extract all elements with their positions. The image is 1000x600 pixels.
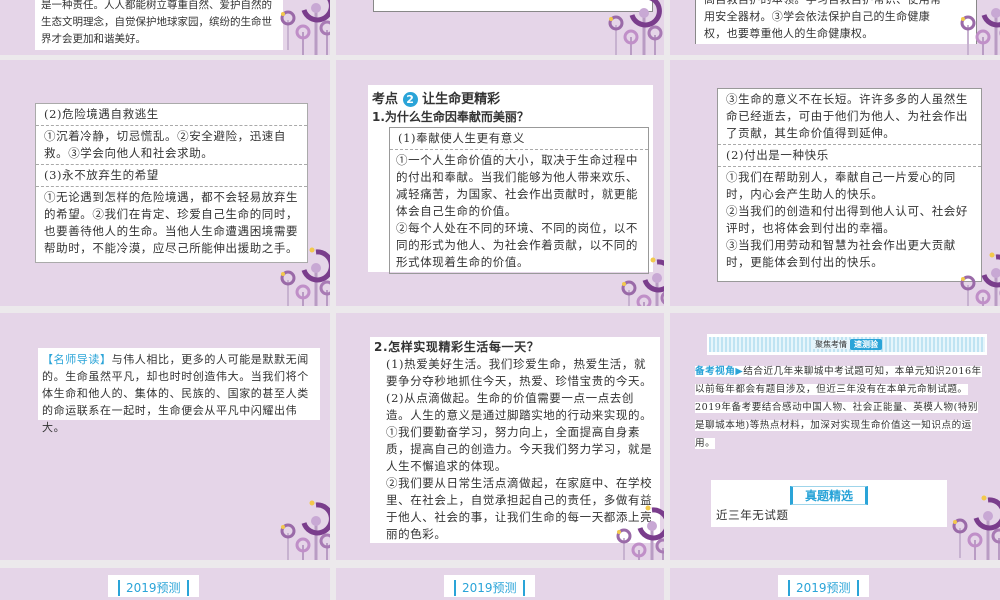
text-panel: 是一种责任。人人都能树立尊重自然、爱护自然的 生态文明理念，自觉保护地球家园，缤…: [35, 0, 283, 50]
prediction-label-text: 2019预测: [788, 580, 859, 596]
slide-tile[interactable]: 2019预测: [0, 568, 330, 600]
section-title: 考点 2 让生命更精彩: [372, 88, 649, 107]
slide-tile[interactable]: 2019预测: [670, 568, 1000, 600]
paragraph: ②当我们的创造和付出得到他人认可、社会好评时，也将体会到付出的幸福。: [726, 204, 968, 235]
row-heading: (2)危险境遇自救逃生: [36, 104, 307, 126]
paragraph: ③当我们用劳动和智慧为社会作出更大贡献时，更能体会到付出的快乐。: [726, 238, 956, 269]
row-content: ①一个人生命价值的大小，取决于生命过程中的付出和奉献。当我们能够为他人带来欢乐、…: [390, 150, 648, 273]
prediction-label-text: 2019预测: [454, 580, 525, 596]
flower-decoration-icon: [616, 498, 664, 560]
question-title: 1.为什么生命因奉献而美丽？: [372, 110, 529, 124]
row-content: ③生命的意义不在长短。许许多多的人虽然生命已经逝去，可由于他们为他人、为社会作出…: [718, 89, 981, 145]
slide-tile[interactable]: [336, 0, 664, 55]
paragraph: ①我们要勤奋学习，努力向上，全面提高自身素质，提高自己的创造力。今天我们努力学习…: [386, 425, 653, 473]
flower-decoration-icon: [280, 0, 330, 55]
text-line: 是一种责任。人人都能树立尊重自然、爱护自然的: [41, 0, 272, 11]
banner-right-label: 速测验: [850, 339, 882, 350]
exam-perspective-tag: 备考视角▶: [695, 366, 744, 377]
teacher-guide-panel: 【名师导读】与伟人相比，更多的人可能是默默无闻的。生命虽然平凡，却也时时创造伟大…: [38, 348, 320, 434]
flower-decoration-icon: [608, 0, 664, 55]
slide-tile[interactable]: 2.怎样实现精彩生活每一天？ (1)热爱美好生活。我们珍爱生命，热爱生活，就要争…: [336, 313, 664, 560]
flower-decoration-icon: [621, 250, 664, 306]
text-line: 生态文明理念，自觉保护地球家园，缤纷的生命世: [41, 16, 272, 28]
flower-decoration-icon: [952, 488, 1000, 560]
slide-tile[interactable]: 高自救自护的本领。学习自救自护常识、使用常 用安全器材。③学会依法保护自己的生命…: [670, 0, 1000, 55]
exam-perspective: 备考视角▶结合近几年来聊城中考试题可知，本单元知识2016年以前每年都会有题目涉…: [695, 363, 985, 453]
joy-table: ③生命的意义不在长短。许许多多的人虽然生命已经逝去，可由于他们为他人、为社会作出…: [717, 88, 982, 282]
prediction-label-text: 2019预测: [118, 580, 189, 596]
paragraph: ②每个人处在不同的环境、不同的岗位，以不同的形式为他人、为社会作着贡献，以不同的…: [396, 221, 638, 269]
no-exam-note: 近三年无试题: [716, 508, 789, 522]
real-exam-panel: 真题精选 近三年无试题: [711, 480, 947, 527]
row-content: ①无论遇到怎样的危险境遇，都不会轻易放弃生的希望。②我们在肯定、珍爱自己生命的同…: [44, 190, 299, 255]
text-line: 高自救自护的本领。学习自救自护常识、使用常: [704, 0, 968, 8]
prediction-label: 2019预测: [108, 575, 199, 597]
paragraph: (1)热爱美好生活。我们珍爱生命，热爱生活，就要争分夺秒地抓住今天，热爱、珍惜宝…: [386, 357, 653, 388]
question-title: 2.怎样实现精彩生活每一天？: [374, 340, 540, 354]
content-panel: 考点 2 让生命更精彩 1.为什么生命因奉献而美丽？ (1)奉献使人生更有意义 …: [368, 85, 653, 274]
kaodian-label: 考点: [372, 92, 399, 107]
text-line: 界才会更加和谐美好。: [41, 33, 146, 45]
slide-tile[interactable]: ③生命的意义不在长短。许许多多的人虽然生命已经逝去，可由于他们为他人、为社会作出…: [670, 60, 1000, 306]
flower-decoration-icon: [960, 0, 1000, 55]
exam-focus-banner: 聚焦考情 速测验: [707, 334, 987, 355]
flower-decoration-icon: [280, 493, 330, 560]
prediction-label: 2019预测: [444, 575, 535, 597]
banner-left-label: 聚焦考情: [812, 340, 850, 349]
slide-tile[interactable]: 2019预测: [336, 568, 664, 600]
row-content: ①我们在帮助别人，奉献自己一片爱心的同时，内心会产生助人的快乐。 ②当我们的创造…: [718, 167, 981, 273]
row-heading: (2)付出是一种快乐: [718, 145, 981, 167]
real-exam-section-title: 真题精选: [789, 486, 868, 505]
row-heading: (1)奉献使人生更有意义: [390, 128, 648, 150]
text-panel: 高自救自护的本领。学习自救自护常识、使用常 用安全器材。③学会依法保护自己的生命…: [695, 0, 977, 44]
exam-perspective-text: 结合近几年来聊城中考试题可知，本单元知识2016年以前每年都会有题目涉及，但近三…: [695, 366, 982, 449]
flower-decoration-icon: [960, 245, 1000, 306]
text-line: 权，也要尊重他人的生命健康权。: [704, 27, 874, 40]
slide-tile[interactable]: 考点 2 让生命更精彩 1.为什么生命因奉献而美丽？ (1)奉献使人生更有意义 …: [336, 60, 664, 306]
paragraph: ②我们要从日常生活点滴做起，在家庭中、在学校里、在社会上，自觉承担起自己的责任，…: [386, 476, 653, 541]
row-content: ①沉着冷静，切忌慌乱。②安全避险，迅速自救。③学会向他人和社会求助。: [36, 126, 307, 165]
flower-decoration-icon: [280, 240, 330, 306]
text-line: 用安全器材。③学会依法保护自己的生命健康: [704, 10, 930, 23]
paragraph: ①一个人生命价值的大小，取决于生命过程中的付出和奉献。当我们能够为他人带来欢乐、…: [396, 153, 638, 218]
teacher-guide-tag: 【名师导读】: [42, 353, 112, 366]
paragraph: (2)从点滴做起。生命的价值需要一点一点去创造。人生的意义是通过脚踏实地的行动来…: [386, 391, 653, 422]
row-heading: (3)永不放弃生的希望: [36, 165, 307, 187]
slide-tile[interactable]: 是一种责任。人人都能树立尊重自然、爱护自然的 生态文明理念，自觉保护地球家园，缤…: [0, 0, 330, 55]
slide-tile[interactable]: 聚焦考情 速测验 备考视角▶结合近几年来聊城中考试题可知，本单元知识2016年以前…: [670, 313, 1000, 560]
slide-tile[interactable]: (2)危险境遇自救逃生 ①沉着冷静，切忌慌乱。②安全避险，迅速自救。③学会向他人…: [0, 60, 330, 306]
point-number-badge: 2: [402, 92, 418, 107]
dedication-table: (1)奉献使人生更有意义 ①一个人生命价值的大小，取决于生命过程中的付出和奉献。…: [389, 127, 649, 274]
section-title-text: 让生命更精彩: [422, 92, 501, 107]
slide-tile[interactable]: 【名师导读】与伟人相比，更多的人可能是默默无闻的。生命虽然平凡，却也时时创造伟大…: [0, 313, 330, 560]
prediction-label: 2019预测: [778, 575, 869, 597]
paragraph: ①我们在帮助别人，奉献自己一片爱心的同时，内心会产生助人的快乐。: [726, 170, 956, 201]
self-rescue-table: (2)危险境遇自救逃生 ①沉着冷静，切忌慌乱。②安全避险，迅速自救。③学会向他人…: [35, 103, 308, 263]
